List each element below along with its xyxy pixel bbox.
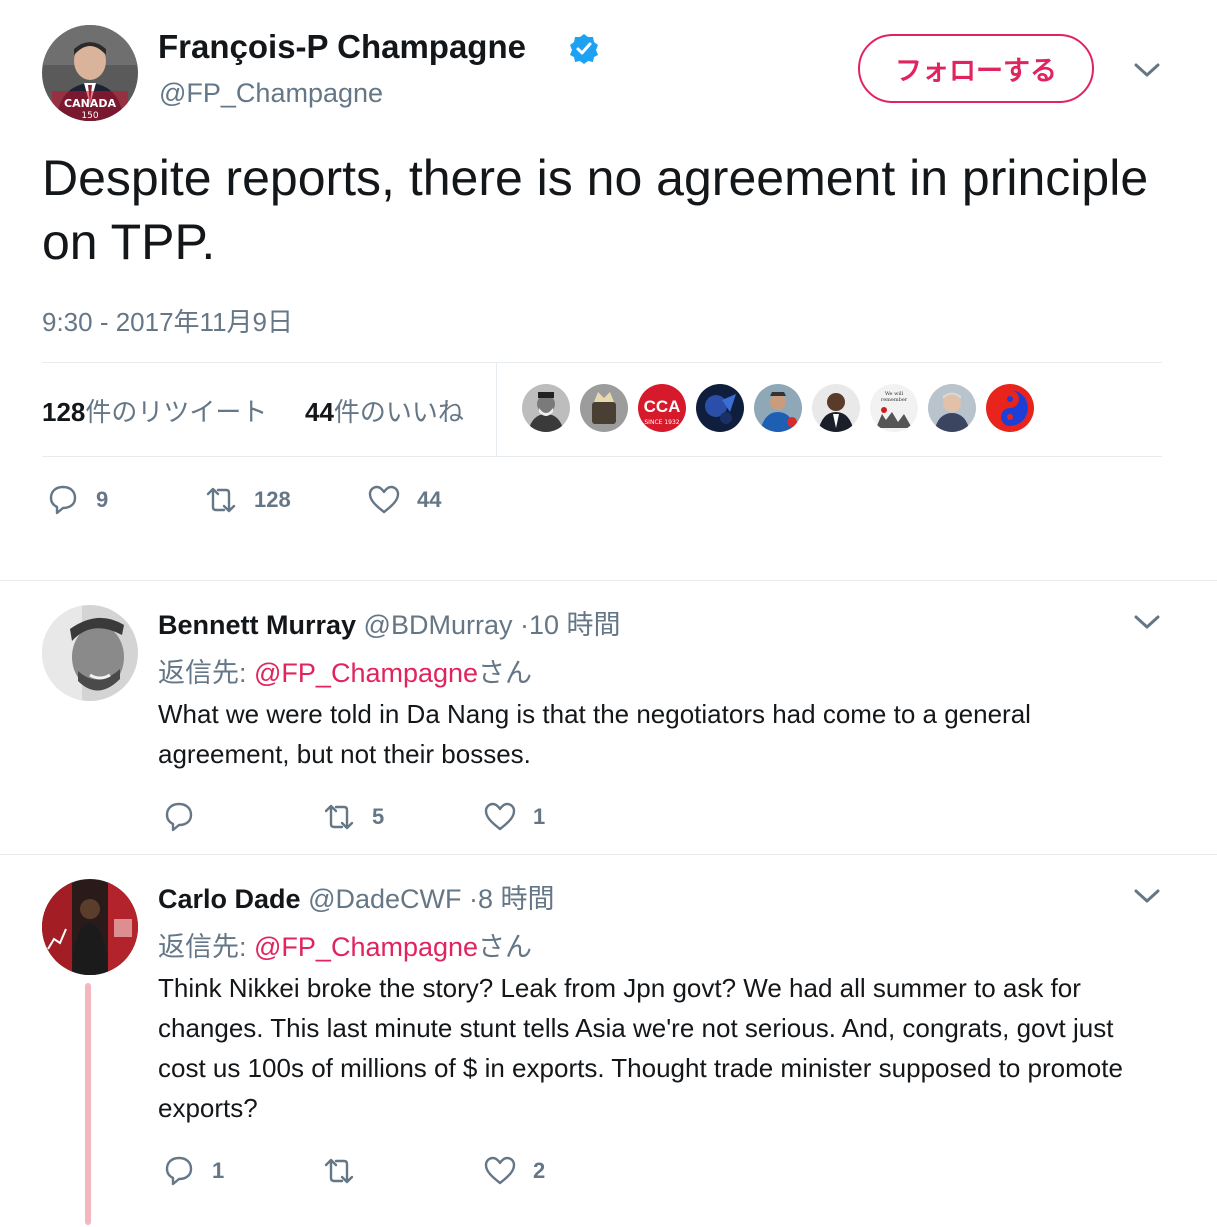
liker-avatar[interactable] [986,384,1034,432]
liker-avatar[interactable] [812,384,860,432]
tweet-text: Despite reports, there is no agreement i… [42,150,1149,270]
chevron-down-icon[interactable] [1133,613,1161,631]
follow-button[interactable]: フォローする [858,34,1094,103]
liker-avatar[interactable] [928,384,976,432]
tweet-actions: 9 128 44 [0,483,1217,523]
reply-to-line: 返信先: @FP_Champagneさん [158,925,532,964]
reply-icon [165,1156,193,1186]
reply-author-avatar[interactable] [42,879,138,975]
reply-header: Carlo Dade @DadeCWF ·8 時間 [158,877,555,916]
retweet-icon [206,487,236,513]
like-stat-count: 44 [305,397,334,427]
reply-to-suffix: さん [478,658,533,688]
retweet-stat-count: 128 [42,397,86,427]
like-button[interactable]: 2 [483,1154,545,1188]
svg-text:SINCE 1932: SINCE 1932 [644,419,679,426]
tweet-timestamp[interactable]: 9:30 - 2017年11月9日 [42,302,293,339]
reply-to-prefix: 返信先: [158,932,255,962]
chevron-down-icon[interactable] [1133,887,1161,905]
reply-button[interactable] [162,800,212,834]
like-button[interactable]: 44 [367,483,441,517]
liker-avatar[interactable]: We will remember [870,384,918,432]
reply-author-name[interactable]: Bennett Murray [158,610,356,640]
retweet-button[interactable]: 128 [204,483,291,517]
retweet-count: 5 [372,804,385,829]
chevron-down-icon[interactable] [1133,61,1161,79]
reply-icon [165,802,193,832]
like-count: 44 [417,487,442,512]
reply-count: 1 [212,1158,225,1183]
reply-author-avatar[interactable] [42,605,138,701]
liker-avatar[interactable]: CCA SINCE 1932 [638,384,686,432]
thread-line [85,983,91,1225]
reply-to-line: 返信先: @FP_Champagneさん [158,651,532,690]
reply-button[interactable]: 9 [46,483,108,517]
reply-to-suffix: さん [478,932,533,962]
reply-text: Think Nikkei broke the story? Leak from … [158,973,1123,1123]
reply-author-handle[interactable]: @DadeCWF [308,884,461,914]
like-button[interactable]: 1 [483,800,545,834]
author-handle[interactable]: @FP_Champagne [159,78,383,109]
reply-header: Bennett Murray @BDMurray ·10 時間 [158,603,621,642]
retweet-count: 128 [254,487,291,512]
reply-author-handle[interactable]: @BDMurray [364,610,513,640]
liker-avatar[interactable] [580,384,628,432]
svg-text:CCA: CCA [644,397,681,416]
author-avatar[interactable]: CANADA 150 [42,25,138,121]
heart-icon [484,802,516,831]
liker-avatar[interactable] [754,384,802,432]
retweet-icon [324,1158,354,1184]
author-name[interactable]: François-P Champagne [158,28,526,66]
heart-icon [484,1156,516,1185]
retweet-button[interactable] [322,1154,372,1188]
reply-button[interactable]: 1 [162,1154,224,1188]
like-count: 2 [533,1158,546,1183]
main-tweet: CANADA 150 François-P Champagne @FP_Cham… [0,0,1217,580]
reply-tweet[interactable]: Carlo Dade @DadeCWF ·8 時間 返信先: @FP_Champ… [0,855,1217,1227]
reply-text: What we were told in Da Nang is that the… [158,699,1031,769]
reply-to-mention[interactable]: @FP_Champagne [254,658,478,688]
reply-count: 9 [96,487,109,512]
svg-text:150: 150 [81,111,98,121]
retweet-stat-label: 件のリツイート [85,397,268,427]
heart-icon [368,485,400,514]
retweet-icon [324,804,354,830]
like-stat-label: 件のいいね [333,397,464,427]
liker-avatar[interactable] [522,384,570,432]
retweet-stat[interactable]: 128件のリツイート [42,392,267,429]
reply-tweet[interactable]: Bennett Murray @BDMurray ·10 時間 返信先: @FP… [0,581,1217,854]
liker-avatar[interactable] [696,384,744,432]
reply-author-name[interactable]: Carlo Dade [158,884,301,914]
like-stat[interactable]: 44件のいいね [305,392,464,429]
verified-badge-icon [568,33,600,65]
svg-text:remember: remember [881,397,908,403]
divider [496,363,497,456]
reply-icon [49,485,77,515]
retweet-button[interactable]: 5 [322,800,384,834]
divider [42,362,1162,363]
reply-time[interactable]: ·10 時間 [520,610,621,640]
reply-to-prefix: 返信先: [158,658,255,688]
reply-to-mention[interactable]: @FP_Champagne [254,932,478,962]
reply-time[interactable]: ·8 時間 [469,884,555,914]
svg-text:CANADA: CANADA [64,97,116,110]
divider [42,456,1162,457]
like-count: 1 [533,804,546,829]
